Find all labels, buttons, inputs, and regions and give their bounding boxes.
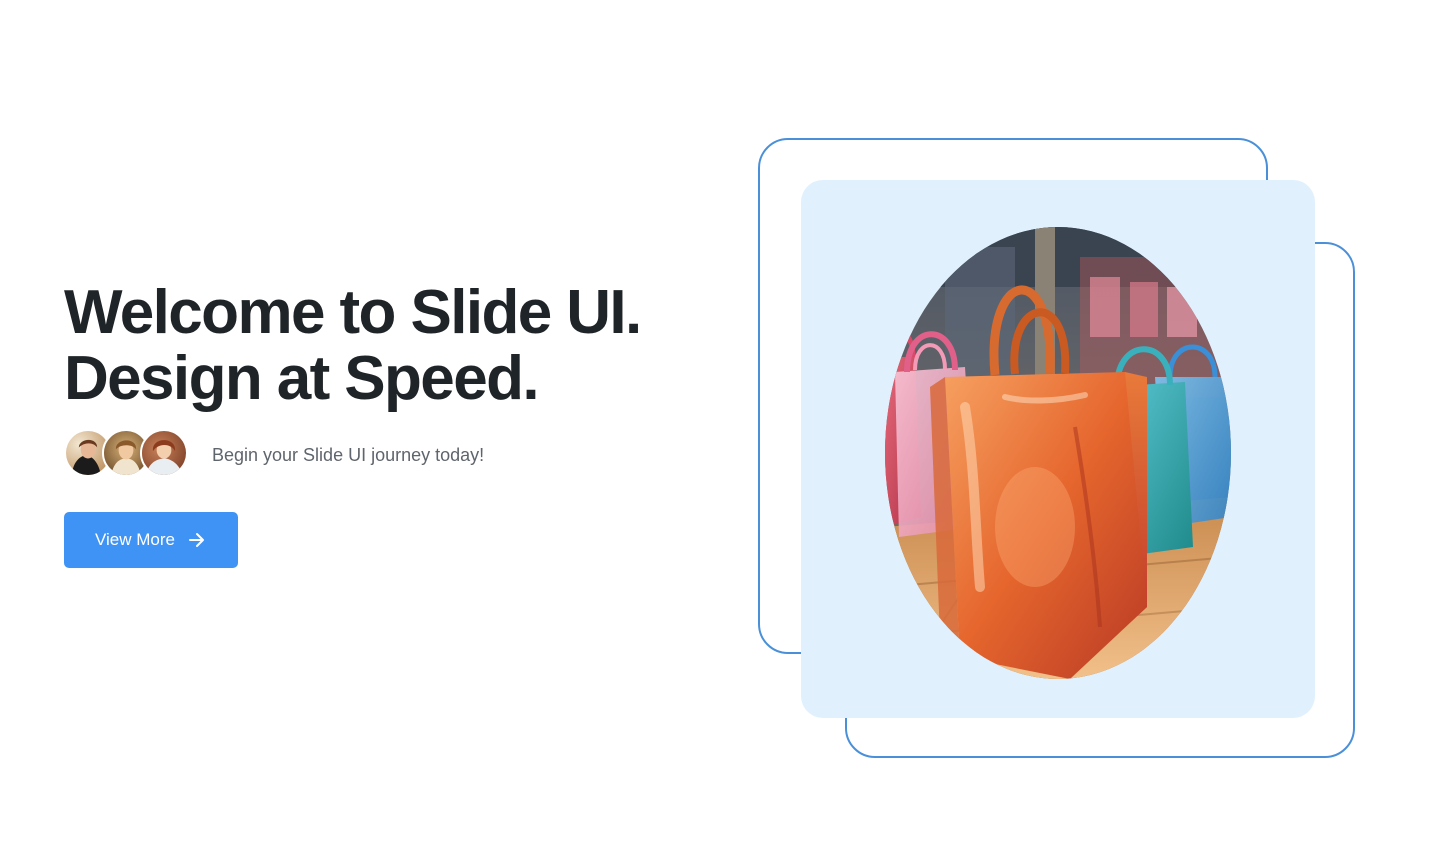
shopping-bags-image xyxy=(885,227,1231,679)
hero-tagline: Begin your Slide UI journey today! xyxy=(212,445,485,465)
view-more-button[interactable]: View More xyxy=(64,512,238,568)
avatar-group xyxy=(64,428,188,478)
hero-title-line-2: Design at Speed. xyxy=(64,344,540,413)
hero-title-line-1: Welcome to Slide UI. xyxy=(64,278,642,347)
view-more-label: View More xyxy=(95,530,175,549)
arrow-right-icon xyxy=(189,533,204,547)
hero-section: Welcome to Slide UI. Design at Speed. Be… xyxy=(0,0,1440,852)
hero-title: Welcome to Slide UI. Design at Speed. xyxy=(64,278,642,413)
avatar xyxy=(140,429,188,477)
